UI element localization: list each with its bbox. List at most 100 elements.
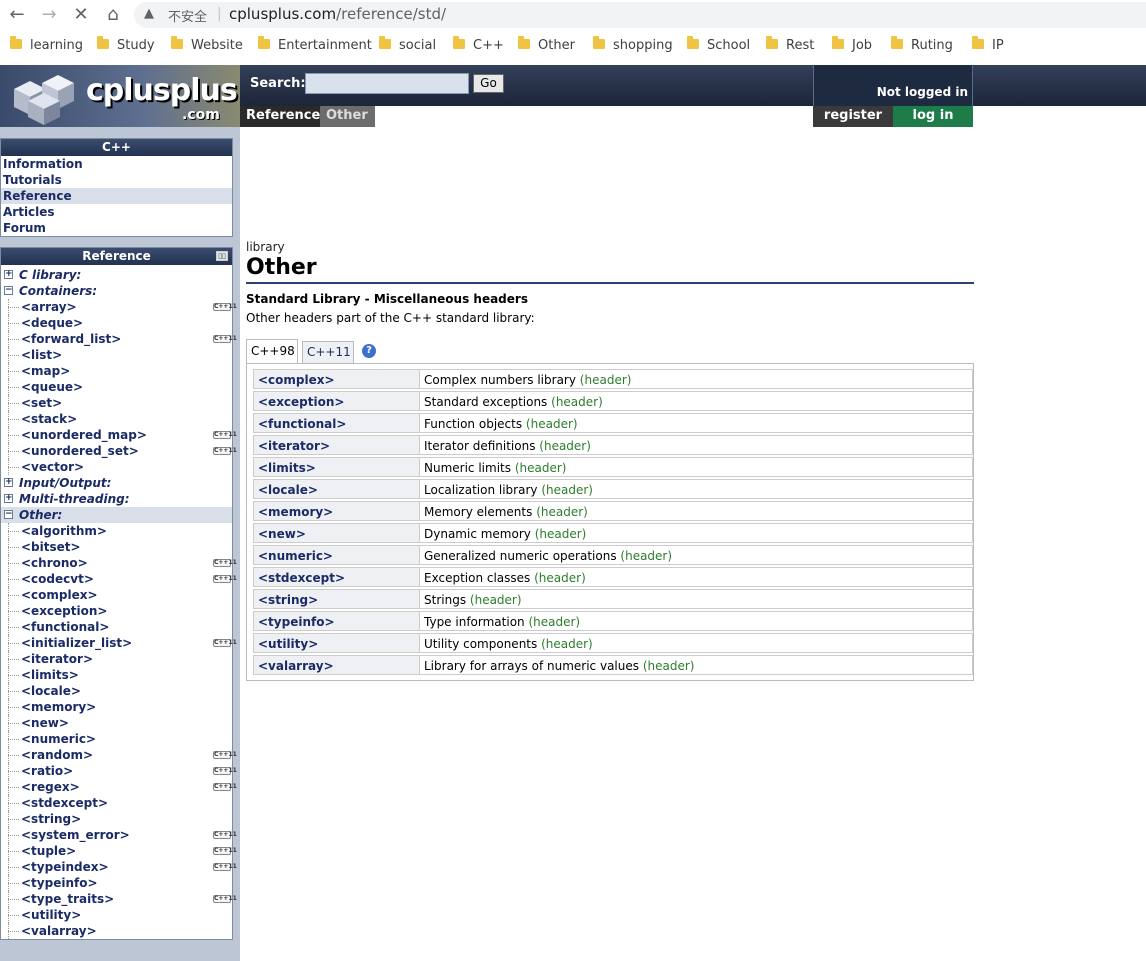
header-name-link[interactable]: <typeinfo> <box>253 611 419 631</box>
header-name-link[interactable]: <numeric> <box>253 545 419 565</box>
tree-category[interactable]: + Multi-threading: <box>1 491 232 507</box>
url-text[interactable]: cplusplus.com/reference/std/ <box>229 5 446 23</box>
tree-leaf[interactable]: <unordered_map> C++11 <box>1 427 237 443</box>
tab-cpp98[interactable]: C++98 <box>246 339 298 363</box>
tree-category[interactable]: + C library: <box>1 267 232 283</box>
tree-leaf[interactable]: <iterator> <box>1 651 232 667</box>
bookmark-item[interactable]: IP <box>972 36 1004 56</box>
tree-leaf[interactable]: <limits> <box>1 667 232 683</box>
tree-leaf[interactable]: <queue> <box>1 379 232 395</box>
header-name-link[interactable]: <complex> <box>253 369 419 389</box>
tree-leaf[interactable]: <unordered_set> C++11 <box>1 443 237 459</box>
tree-leaf[interactable]: <exception> <box>1 603 232 619</box>
login-button[interactable]: log in <box>893 106 973 127</box>
tree-category[interactable]: + Input/Output: <box>1 475 232 491</box>
tree-leaf[interactable]: <codecvt> C++11 <box>1 571 237 587</box>
bookmark-item[interactable]: learning <box>10 36 83 56</box>
address-bar[interactable]: ▲ 不安全 | cplusplus.com/reference/std/ <box>134 2 1146 28</box>
tree-leaf[interactable]: <array> C++11 <box>1 299 237 315</box>
tab-cpp11[interactable]: C++11 <box>302 341 354 363</box>
bookmark-item[interactable]: Study <box>97 36 155 56</box>
header-name-link[interactable]: <utility> <box>253 633 419 653</box>
tree-leaf[interactable]: <functional> <box>1 619 232 635</box>
header-name-link[interactable]: <valarray> <box>253 655 419 675</box>
expand-icon[interactable]: + <box>4 270 13 279</box>
tree-category[interactable]: − Containers: <box>1 283 232 299</box>
tree-leaf[interactable]: <utility> <box>1 907 232 923</box>
tree-leaf[interactable]: <memory> <box>1 699 232 715</box>
tree-leaf[interactable]: <tuple> C++11 <box>1 843 237 859</box>
tree-label: <codecvt> <box>21 572 94 586</box>
book-icon[interactable]: ▯▯ <box>216 251 228 261</box>
tree-leaf[interactable]: <locale> <box>1 683 232 699</box>
tree-leaf[interactable]: <valarray> <box>1 923 232 939</box>
tree-leaf[interactable]: <initializer_list> C++11 <box>1 635 237 651</box>
site-logo[interactable]: cplusplus .com <box>0 65 240 127</box>
header-name-link[interactable]: <memory> <box>253 501 419 521</box>
tree-leaf[interactable]: <type_traits> C++11 <box>1 891 237 907</box>
tree-leaf[interactable]: <random> C++11 <box>1 747 237 763</box>
header-name-link[interactable]: <new> <box>253 523 419 543</box>
collapse-icon[interactable]: − <box>4 286 13 295</box>
tree-leaf[interactable]: <typeinfo> <box>1 875 232 891</box>
breadcrumb-reference[interactable]: Reference <box>240 106 320 127</box>
bookmark-item[interactable]: Ruting <box>891 36 953 56</box>
help-icon[interactable]: ? <box>362 344 376 358</box>
tree-leaf[interactable]: <ratio> C++11 <box>1 763 237 779</box>
search-input[interactable] <box>305 73 469 94</box>
tree-leaf[interactable]: <bitset> <box>1 539 232 555</box>
warning-icon[interactable]: ▲ <box>144 6 154 21</box>
bookmark-item[interactable]: Job <box>832 36 872 56</box>
sidebar-item-forum[interactable]: Forum <box>1 220 232 236</box>
header-name-link[interactable]: <iterator> <box>253 435 419 455</box>
breadcrumb-other[interactable]: Other <box>320 106 375 127</box>
tree-leaf[interactable]: <typeindex> C++11 <box>1 859 237 875</box>
bookmark-item[interactable]: Other <box>518 36 575 56</box>
bookmark-item[interactable]: social <box>379 36 436 56</box>
tree-leaf[interactable]: <chrono> C++11 <box>1 555 237 571</box>
tree-leaf[interactable]: <string> <box>1 811 232 827</box>
tree-leaf[interactable]: <complex> <box>1 587 232 603</box>
tree-leaf[interactable]: <system_error> C++11 <box>1 827 237 843</box>
bookmark-item[interactable]: Website <box>171 36 243 56</box>
tree-leaf[interactable]: <numeric> <box>1 731 232 747</box>
stop-loading-icon[interactable]: ✕ <box>70 4 92 26</box>
tree-leaf[interactable]: <vector> <box>1 459 232 475</box>
expand-icon[interactable]: + <box>4 494 13 503</box>
go-button[interactable]: Go <box>473 74 504 93</box>
register-button[interactable]: register <box>813 106 893 127</box>
bookmark-item[interactable]: shopping <box>593 36 673 56</box>
header-name-link[interactable]: <stdexcept> <box>253 567 419 587</box>
bookmark-item[interactable]: Entertainment <box>258 36 372 56</box>
insecure-label[interactable]: 不安全 <box>168 6 207 25</box>
tree-leaf[interactable]: <forward_list> C++11 <box>1 331 237 347</box>
collapse-icon[interactable]: − <box>4 510 13 519</box>
tree-leaf[interactable]: <map> <box>1 363 232 379</box>
bookmark-item[interactable]: Rest <box>766 36 814 56</box>
tree-category[interactable]: − Other: <box>1 507 232 523</box>
sidebar-item-articles[interactable]: Articles <box>1 204 232 220</box>
header-name-link[interactable]: <locale> <box>253 479 419 499</box>
tree-leaf[interactable]: <set> <box>1 395 232 411</box>
header-name-link[interactable]: <functional> <box>253 413 419 433</box>
back-arrow-icon[interactable]: ← <box>6 4 28 26</box>
bookmark-item[interactable]: C++ <box>453 36 504 56</box>
bookmark-item[interactable]: School <box>687 36 750 56</box>
tree-leaf[interactable]: <algorithm> <box>1 523 232 539</box>
header-name-link[interactable]: <string> <box>253 589 419 609</box>
sidebar-item-reference[interactable]: Reference <box>1 188 232 204</box>
sidebar-item-information[interactable]: Information <box>1 156 232 172</box>
home-icon[interactable]: ⌂ <box>102 4 124 26</box>
header-name-link[interactable]: <limits> <box>253 457 419 477</box>
tree-leaf[interactable]: <regex> C++11 <box>1 779 237 795</box>
tree-leaf[interactable]: <deque> <box>1 315 232 331</box>
expand-icon[interactable]: + <box>4 478 13 487</box>
sidebar-item-tutorials[interactable]: Tutorials <box>1 172 232 188</box>
tree-leaf[interactable]: <new> <box>1 715 232 731</box>
tree-leaf[interactable]: <stdexcept> <box>1 795 232 811</box>
forward-arrow-icon[interactable]: → <box>38 4 60 26</box>
header-description: Strings (header) <box>419 589 973 609</box>
header-name-link[interactable]: <exception> <box>253 391 419 411</box>
tree-leaf[interactable]: <stack> <box>1 411 232 427</box>
tree-leaf[interactable]: <list> <box>1 347 232 363</box>
